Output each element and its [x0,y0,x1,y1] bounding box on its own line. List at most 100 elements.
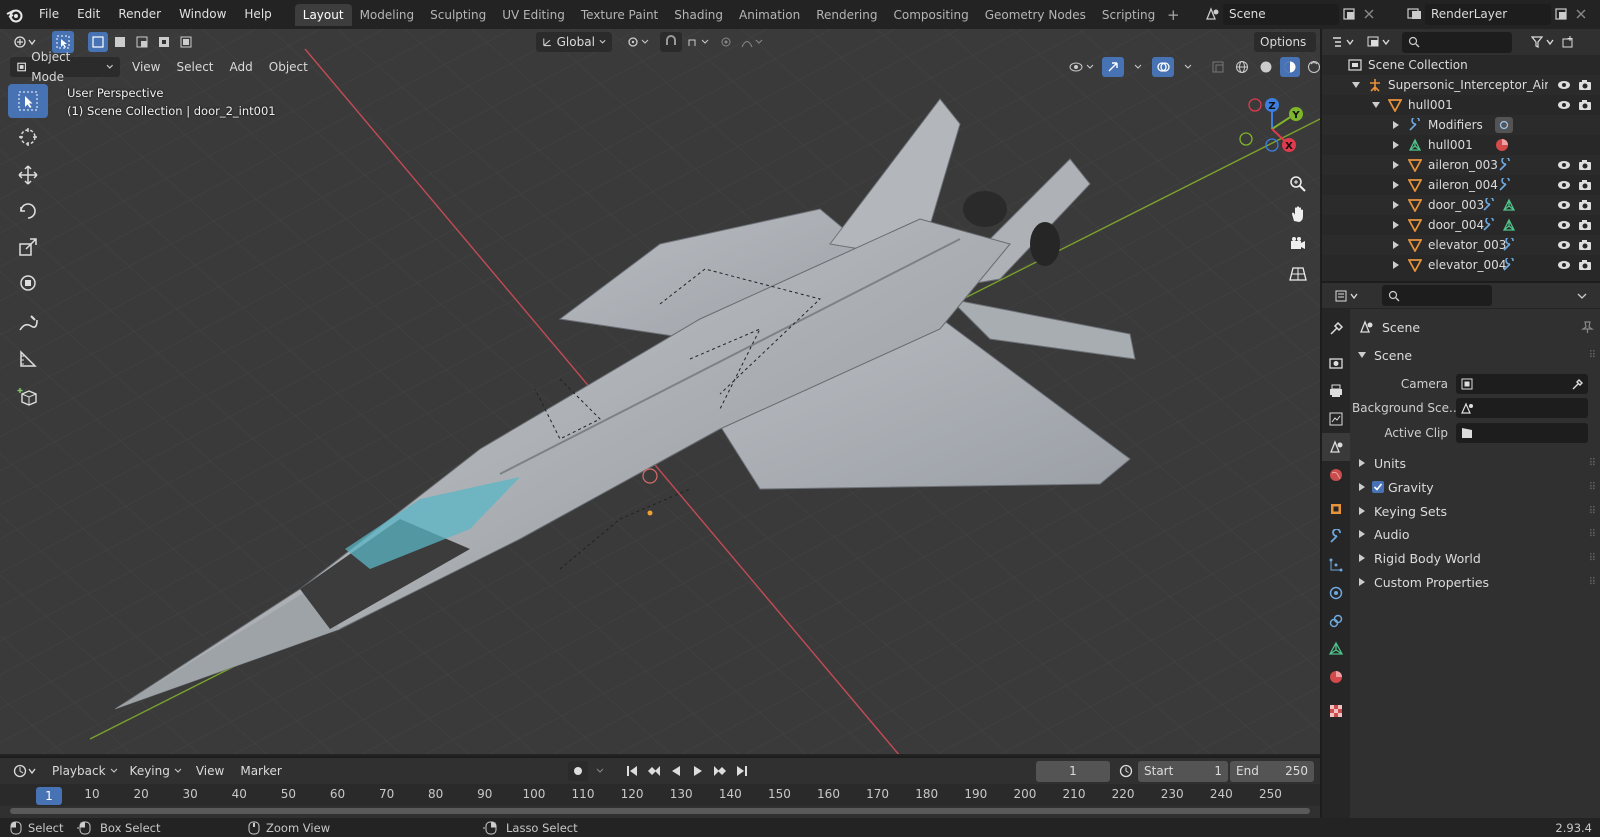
pin-icon[interactable] [1580,320,1594,334]
eye-icon[interactable] [1557,99,1571,111]
viewport-menu-view[interactable]: View [124,57,168,77]
eye-icon[interactable] [1557,199,1571,211]
timeline-menu-marker[interactable]: Marker [232,761,289,781]
tab-physics[interactable] [1322,579,1350,607]
outliner-row-armature[interactable]: Supersonic_Interceptor_Aircr [1322,75,1600,95]
filter-icon[interactable] [1528,32,1558,52]
outliner-row-elevator-003[interactable]: elevator_003 [1322,235,1600,255]
auto-key-dropdown-icon[interactable] [590,761,610,781]
render-camera-icon[interactable] [1578,99,1592,111]
keying-menu[interactable]: Keying [124,761,188,781]
eye-icon[interactable] [1557,219,1571,231]
properties-editor-type-icon[interactable] [1332,286,1362,306]
audio-panel-header[interactable]: Audio ⠿ [1352,523,1600,545]
expand-right-icon[interactable] [1392,261,1400,269]
timeline-ruler[interactable]: 1 10 20 30 40 50 60 70 80 90 100 110 120 130 140 150 16… [0,784,1320,806]
background-scene-field[interactable] [1456,398,1588,418]
workspace-tab-layout[interactable]: Layout [294,3,352,26]
falloff-icon[interactable] [738,32,766,52]
pivot-point-icon[interactable] [622,32,656,52]
select-mode-invert-icon[interactable] [154,32,174,52]
tab-material[interactable] [1322,663,1350,691]
options-dropdown[interactable]: Options [1254,31,1316,52]
scene-panel-header[interactable]: Scene ⠿ [1352,344,1600,366]
expand-right-icon[interactable] [1392,141,1400,149]
workspace-tab-rendering[interactable]: Rendering [808,4,885,26]
render-camera-icon[interactable] [1578,239,1592,251]
viewport-menu-object[interactable]: Object [261,57,316,77]
snap-toggle-icon[interactable] [660,31,682,52]
expand-right-icon[interactable] [1392,161,1400,169]
outliner-row-modifiers[interactable]: Modifiers [1322,115,1600,135]
new-collection-icon[interactable] [1558,32,1578,52]
workspace-tab-shading[interactable]: Shading [666,4,731,26]
gizmo-toggle-icon[interactable] [1102,56,1124,77]
tab-particles[interactable] [1322,551,1350,579]
expand-right-icon[interactable] [1392,121,1400,129]
playhead-marker[interactable]: 1 [36,787,62,805]
active-clip-field[interactable] [1456,423,1588,443]
render-camera-icon[interactable] [1578,199,1592,211]
overlays-toggle-icon[interactable] [1152,56,1174,77]
rigid-body-world-panel-header[interactable]: Rigid Body World ⠿ [1352,547,1600,569]
select-box-tool[interactable] [8,84,48,118]
menu-edit[interactable]: Edit [68,0,109,29]
proportional-edit-icon[interactable] [716,32,736,52]
viewport-scene[interactable] [0,29,1320,756]
viewport-menu-select[interactable]: Select [168,57,221,77]
workspace-tab-scripting[interactable]: Scripting [1094,4,1163,26]
outliner-row-hull-data[interactable]: hull001 [1322,135,1600,155]
outliner-editor-type-icon[interactable] [1328,32,1358,52]
keying-sets-panel-header[interactable]: Keying Sets ⠿ [1352,500,1600,522]
cursor-tool[interactable] [8,120,48,154]
camera-view-icon[interactable] [1283,229,1313,259]
menu-window[interactable]: Window [170,0,235,29]
jump-to-end-icon[interactable] [732,761,752,781]
playback-menu[interactable]: Playback [46,761,124,781]
tab-texture[interactable] [1322,697,1350,725]
select-mode-extend-icon[interactable] [110,32,130,52]
tab-constraints[interactable] [1322,607,1350,635]
add-workspace-button[interactable]: + [1163,4,1183,26]
play-icon[interactable] [688,761,708,781]
timeline-menu-view[interactable]: View [188,761,232,781]
expand-down-icon[interactable] [1352,81,1360,89]
menu-help[interactable]: Help [235,0,280,29]
eye-icon[interactable] [1557,239,1571,251]
tab-scene[interactable] [1322,433,1350,461]
display-mode-icon[interactable] [1364,32,1394,52]
units-panel-header[interactable]: Units ⠿ [1352,452,1600,474]
delete-view-layer-icon[interactable] [1571,4,1591,24]
timeline-scrollbar[interactable] [10,808,1310,814]
panel-drag-icon[interactable]: ⠿ [1589,350,1596,361]
expand-right-icon[interactable] [1392,181,1400,189]
perspective-toggle-icon[interactable] [1283,259,1313,289]
tab-render[interactable] [1322,349,1350,377]
new-view-layer-icon[interactable] [1551,4,1571,24]
navigation-gizmo[interactable]: Z Y X [1232,93,1312,163]
panel-drag-icon[interactable]: ⠿ [1589,458,1596,469]
menu-file[interactable]: File [30,0,68,29]
eye-icon[interactable] [1557,79,1571,91]
render-camera-icon[interactable] [1578,159,1592,171]
overlays-dropdown-icon[interactable] [1178,57,1198,77]
move-tool[interactable] [8,158,48,192]
outliner-row-hull[interactable]: hull001 [1322,95,1600,115]
view-layer-name-field[interactable]: RenderLayer [1425,3,1551,25]
render-camera-icon[interactable] [1578,219,1592,231]
object-mode-dropdown[interactable]: Object Mode [10,50,120,84]
measure-tool[interactable] [8,342,48,376]
eye-icon[interactable] [1557,159,1571,171]
current-frame-field[interactable]: 1 [1036,760,1110,782]
jump-to-prev-keyframe-icon[interactable] [644,761,664,781]
transform-tool[interactable] [8,266,48,300]
tab-world[interactable] [1322,461,1350,489]
outliner-row-aileron-003[interactable]: aileron_003 [1322,155,1600,175]
expand-right-icon[interactable] [1392,241,1400,249]
menu-render[interactable]: Render [109,0,170,29]
start-frame-field[interactable]: Start 1 [1138,760,1228,782]
gizmo-neg-x-icon[interactable] [1248,98,1262,112]
gizmo-neg-y-icon[interactable] [1239,132,1253,146]
wireframe-shading-icon[interactable] [1232,57,1252,77]
scale-tool[interactable] [8,230,48,264]
